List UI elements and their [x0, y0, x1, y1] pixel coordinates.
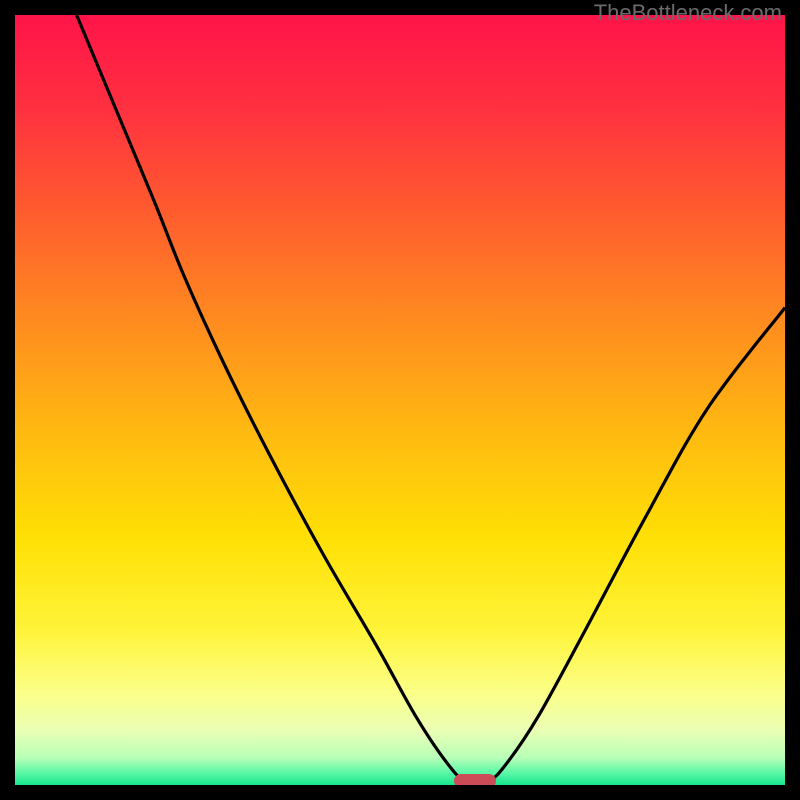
optimal-marker — [454, 774, 496, 785]
plot-area — [15, 15, 785, 785]
watermark-text: TheBottleneck.com — [594, 0, 782, 26]
curve-layer — [15, 15, 785, 785]
chart-frame: TheBottleneck.com — [0, 0, 800, 800]
bottleneck-curve — [77, 15, 785, 784]
